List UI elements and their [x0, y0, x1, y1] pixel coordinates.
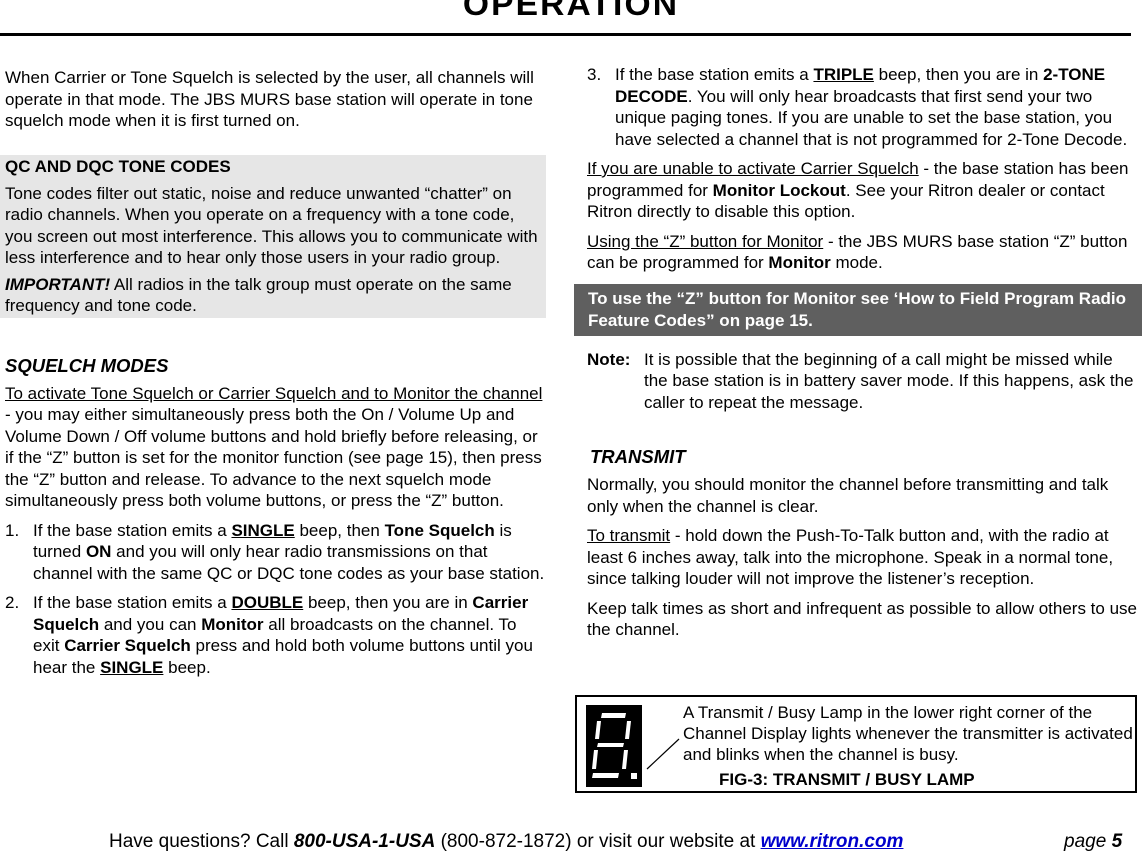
page-title: OPERATION: [462, 0, 680, 22]
leader-line: [646, 738, 680, 770]
list-item: 1. If the base station emits a SINGLE be…: [5, 520, 545, 583]
note-label: Note:: [587, 349, 631, 369]
important-paragraph: IMPORTANT! All radios in the talk group …: [5, 274, 541, 317]
title-rule: [0, 33, 1131, 36]
squelch-mode-list: 1. If the base station emits a SINGLE be…: [5, 520, 545, 679]
tone-codes-box: QC AND DQC TONE CODES Tone codes filter …: [0, 154, 546, 318]
tone-codes-body: Tone codes filter out static, noise and …: [5, 183, 538, 268]
carrier-squelch-fail-paragraph: If you are unable to activate Carrier Sq…: [587, 159, 1129, 221]
note-paragraph: Note: It is possible that the beginning …: [587, 349, 1134, 412]
right-column: 3. If the base station emits a TRIPLE be…: [574, 64, 1142, 649]
seven-segment-display-icon: [586, 705, 642, 787]
transmit-paragraph-1: Normally, you should monitor the channel…: [587, 475, 1109, 516]
transmit-paragraph-3: Keep talk times as short and infrequent …: [587, 598, 1137, 640]
page-number: page 5: [1064, 831, 1123, 852]
website-link[interactable]: www.ritron.com: [761, 831, 904, 852]
transmit-paragraph-2: To transmit - hold down the Push-To-Talk…: [587, 526, 1114, 588]
footer: Have questions? Call 800-USA-1-USA (800-…: [109, 831, 904, 852]
list-item: 2. If the base station emits a DOUBLE be…: [5, 593, 533, 677]
single-beep-label: SINGLE: [231, 520, 295, 540]
tone-codes-heading: QC AND DQC TONE CODES: [5, 156, 231, 176]
triple-beep-label: TRIPLE: [813, 65, 874, 84]
figure-transmit-busy-lamp: A Transmit / Busy Lamp in the lower righ…: [575, 695, 1137, 793]
figure-caption: FIG-3: TRANSMIT / BUSY LAMP: [719, 770, 975, 789]
squelch-modes-heading: SQUELCH MODES: [5, 354, 169, 376]
double-beep-label: DOUBLE: [231, 593, 304, 612]
single-beep-label: SINGLE: [100, 657, 164, 677]
squelch-activate-link: To activate Tone Squelch or Carrier Sque…: [5, 383, 543, 403]
transmit-heading: TRANSMIT: [590, 446, 686, 467]
figure-description: A Transmit / Busy Lamp in the lower righ…: [683, 703, 1133, 764]
squelch-intro-paragraph: To activate Tone Squelch or Carrier Sque…: [5, 383, 543, 511]
phone-number: 800-USA-1-USA: [293, 831, 436, 852]
left-column: When Carrier or Tone Squelch is selected…: [0, 67, 546, 686]
intro-paragraph: When Carrier or Tone Squelch is selected…: [5, 68, 534, 130]
z-button-callout: To use the “Z” button for Monitor see ‘H…: [574, 283, 1142, 336]
important-label: IMPORTANT!: [5, 274, 111, 294]
z-button-paragraph: Using the “Z” button for Monitor - the J…: [587, 231, 1128, 273]
list-item: 3. If the base station emits a TRIPLE be…: [587, 65, 1128, 149]
